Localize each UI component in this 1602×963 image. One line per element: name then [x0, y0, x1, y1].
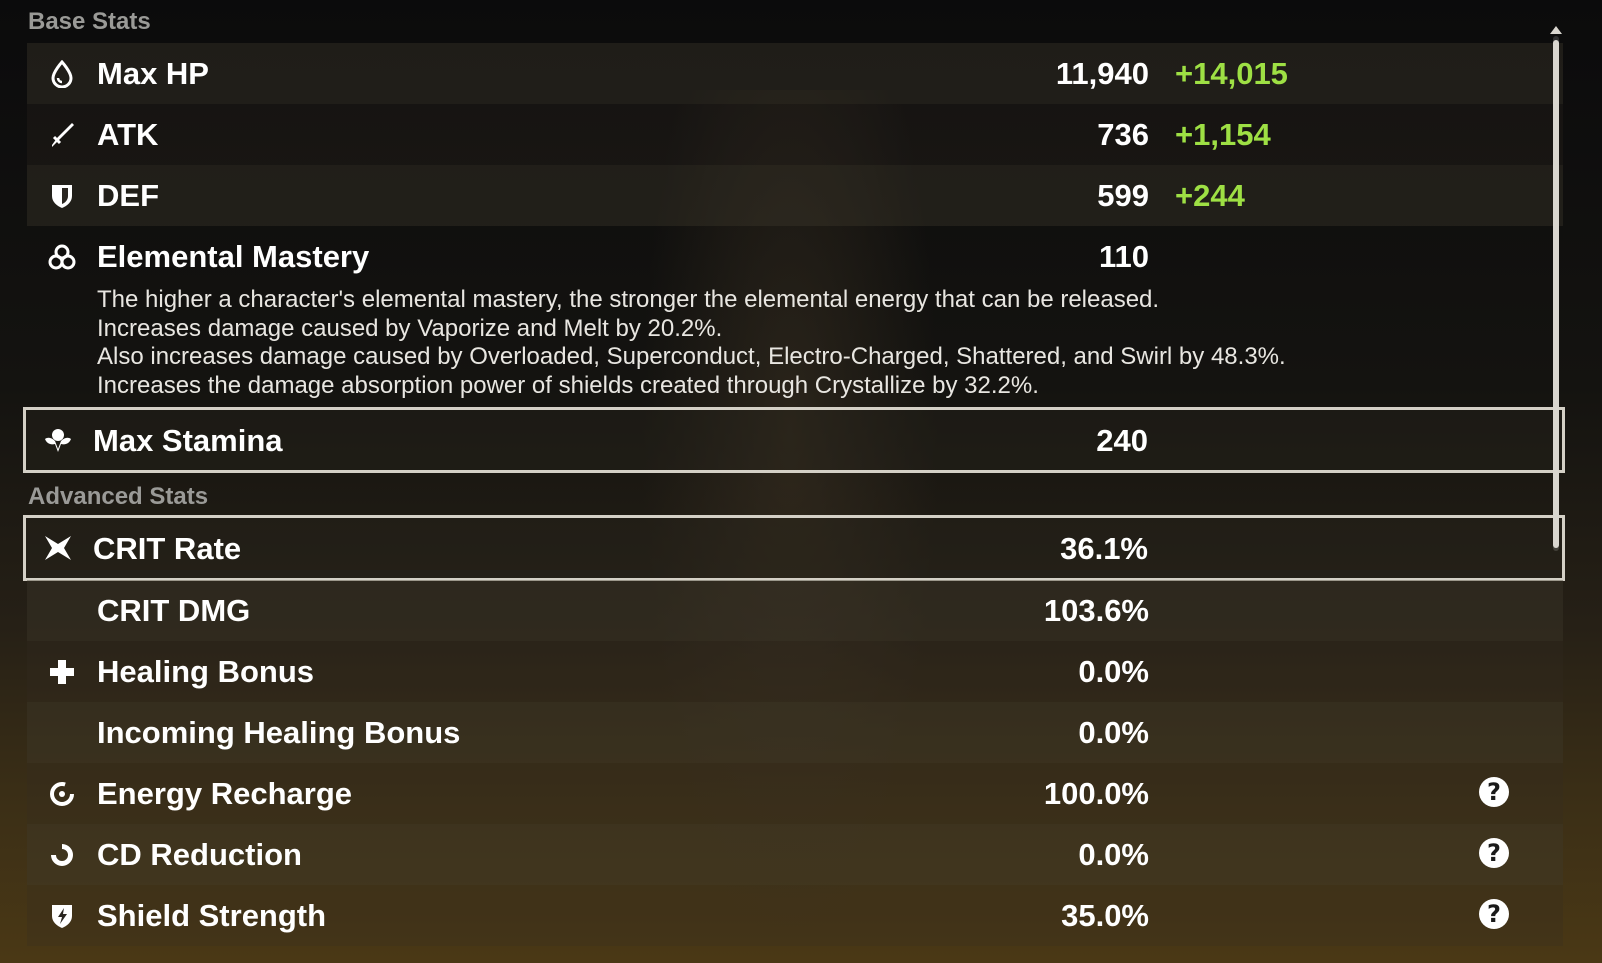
stat-row-shield-strength[interactable]: Shield Strength 35.0% ?: [27, 885, 1563, 946]
description-line: Also increases damage caused by Overload…: [97, 343, 1286, 370]
stat-label: Shield Strength: [97, 898, 327, 933]
description-line: The higher a character's elemental maste…: [97, 286, 1160, 313]
stat-row-crit-dmg[interactable]: CRIT DMG 103.6%: [27, 580, 1563, 641]
stat-value: 103.6%: [1043, 593, 1149, 628]
stat-bonus: +244: [1175, 178, 1245, 213]
stamina-icon: [43, 425, 73, 455]
stat-value: 736: [1097, 117, 1149, 152]
crit-rate-icon: [43, 533, 73, 563]
stats-panel: Base Stats Max HP 11,940 +14,015 ATK 736…: [0, 0, 1565, 963]
stat-label: Max HP: [97, 56, 209, 91]
stat-label: DEF: [97, 178, 159, 213]
stat-label: Incoming Healing Bonus: [97, 715, 461, 750]
stat-row-elemental-mastery[interactable]: Elemental Mastery 110 The higher a chara…: [27, 226, 1563, 406]
stat-row-max-stamina[interactable]: Max Stamina 240: [23, 407, 1565, 473]
stat-label: Elemental Mastery: [97, 239, 370, 274]
stat-value: 0.0%: [1078, 654, 1149, 689]
stat-value: 35.0%: [1061, 898, 1149, 933]
sword-icon: [47, 120, 77, 150]
stat-label: ATK: [97, 117, 159, 152]
stat-label: CRIT DMG: [97, 593, 251, 628]
shield-icon: [47, 181, 77, 211]
stat-label: Energy Recharge: [97, 776, 352, 811]
stat-row-crit-rate[interactable]: CRIT Rate 36.1%: [23, 515, 1565, 581]
plus-cross-icon: [47, 657, 77, 687]
stat-value: 11,940: [1055, 56, 1149, 91]
cd-reduction-icon: [47, 840, 77, 870]
stat-label: Healing Bonus: [97, 654, 315, 689]
stat-label: CD Reduction: [97, 837, 302, 872]
stat-label: CRIT Rate: [93, 531, 242, 566]
energy-recharge-icon: [47, 779, 77, 809]
elemental-mastery-description: The higher a character's elemental maste…: [97, 286, 1497, 400]
shield-strength-icon: [47, 901, 77, 931]
section-title-base-stats: Base Stats: [28, 8, 151, 35]
stat-row-energy-recharge[interactable]: Energy Recharge 100.0% ?: [27, 763, 1563, 824]
stat-value: 599: [1097, 178, 1149, 213]
stat-row-incoming-healing-bonus[interactable]: Incoming Healing Bonus 0.0%: [27, 702, 1563, 763]
scroll-up-arrow-icon[interactable]: [1550, 26, 1562, 34]
elemental-mastery-icon: [47, 242, 77, 272]
stat-value: 0.0%: [1078, 837, 1149, 872]
help-icon[interactable]: ?: [1479, 777, 1509, 807]
hp-drop-icon: [47, 59, 77, 89]
stat-row-healing-bonus[interactable]: Healing Bonus 0.0%: [27, 641, 1563, 702]
scrollbar-thumb[interactable]: [1553, 40, 1559, 548]
stat-label: Max Stamina: [93, 423, 283, 458]
stat-row-cd-reduction[interactable]: CD Reduction 0.0% ?: [27, 824, 1563, 885]
stat-bonus: +1,154: [1175, 117, 1271, 152]
stat-row-def[interactable]: DEF 599 +244: [27, 165, 1563, 226]
stat-row-atk[interactable]: ATK 736 +1,154: [27, 104, 1563, 165]
description-line: Increases the damage absorption power of…: [97, 371, 1039, 399]
stat-value: 110: [1098, 239, 1149, 274]
stat-row-max-hp[interactable]: Max HP 11,940 +14,015: [27, 43, 1563, 104]
section-title-advanced-stats: Advanced Stats: [28, 483, 209, 510]
help-icon[interactable]: ?: [1479, 899, 1509, 929]
help-icon[interactable]: ?: [1479, 838, 1509, 868]
stat-value: 100.0%: [1043, 776, 1149, 811]
stat-bonus: +14,015: [1175, 56, 1288, 91]
description-line: Increases damage caused by Vaporize and …: [97, 314, 723, 342]
stat-value: 36.1%: [1060, 531, 1148, 566]
stat-value: 240: [1096, 423, 1148, 458]
stat-value: 0.0%: [1078, 715, 1149, 750]
